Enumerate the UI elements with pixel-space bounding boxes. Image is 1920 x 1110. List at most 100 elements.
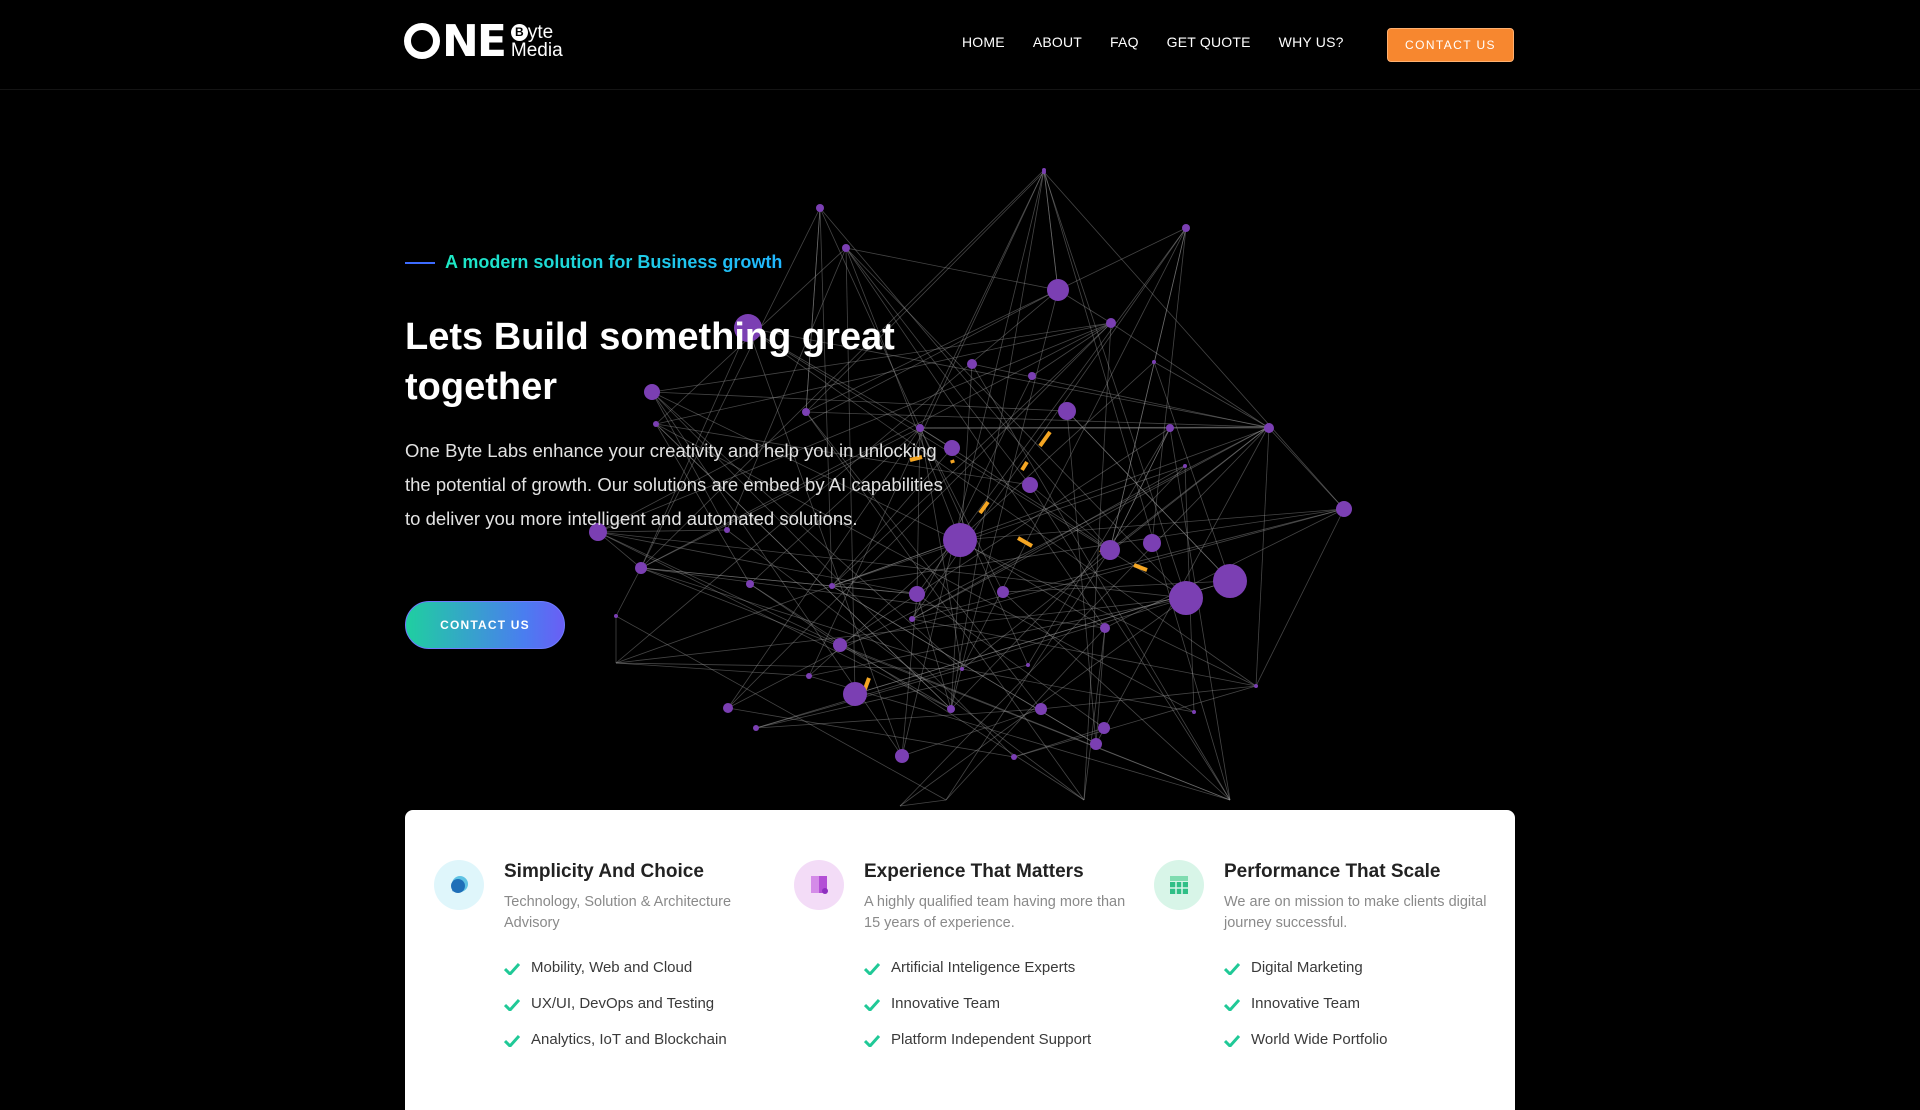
feature-list: Digital Marketing Innovative Team World … (1224, 950, 1494, 1058)
network-line (845, 247, 1059, 291)
logo-sub-text: Byte Media (510, 23, 563, 61)
network-signal-dash (1133, 563, 1148, 572)
hero-contact-button[interactable]: CONTACT US (405, 601, 565, 649)
network-line (615, 615, 947, 801)
nav-get-quote[interactable]: GET QUOTE (1167, 34, 1251, 50)
hero-title: Lets Build something great together (405, 316, 895, 408)
network-node (843, 682, 867, 706)
network-node (1169, 581, 1203, 615)
network-line (1109, 227, 1187, 551)
network-node (997, 586, 1009, 598)
nav-home[interactable]: HOME (962, 34, 1005, 50)
network-line (1043, 171, 1345, 510)
network-line (1109, 427, 1171, 551)
chart-board-icon (1154, 860, 1204, 910)
network-node (1028, 372, 1036, 380)
network-node (947, 705, 955, 713)
network-line (615, 597, 1187, 664)
tagline-line (405, 261, 435, 264)
network-node (1098, 722, 1110, 734)
network-line (1267, 426, 1345, 510)
network-node (1042, 168, 1046, 172)
feature-title: Simplicity And Choice (504, 861, 704, 882)
network-line (1153, 361, 1269, 428)
list-item-label: UX/UI, DevOps and Testing (531, 995, 715, 1012)
network-node (1022, 477, 1038, 493)
network-line (950, 289, 1059, 710)
header-contact-button[interactable]: CONTACT US (1387, 28, 1514, 62)
network-line (808, 675, 1231, 801)
list-item-label: Artificial Inteligence Experts (891, 959, 1076, 976)
list-item: Analytics, IoT and Blockchain (504, 1022, 774, 1058)
network-line (1255, 427, 1270, 687)
hero-description: One Byte Labs enhance your creativity an… (405, 440, 943, 529)
logo-ne: NE (442, 16, 507, 67)
check-icon (1224, 1034, 1240, 1047)
network-line (1031, 322, 1112, 377)
check-icon (504, 962, 520, 975)
network-line (808, 597, 1187, 677)
network-node (909, 586, 925, 602)
feature-title: Performance That Scale (1224, 861, 1441, 882)
feature-subtitle: We are on mission to make clients digita… (1224, 894, 1487, 931)
network-node (829, 583, 835, 589)
network-node (967, 359, 977, 369)
book-icon (794, 860, 844, 910)
network-node (1047, 279, 1069, 301)
network-line (615, 567, 642, 617)
network-node (614, 614, 618, 618)
network-node (1143, 534, 1161, 552)
network-node (635, 562, 647, 574)
list-item: Digital Marketing (1224, 950, 1494, 986)
list-item: Platform Independent Support (864, 1022, 1134, 1058)
network-signal-dash (978, 500, 990, 515)
brand-logo[interactable]: NE Byte Media (404, 20, 563, 64)
network-node (816, 204, 824, 212)
network-line (1066, 410, 1231, 582)
list-item: Innovative Team (864, 986, 1134, 1022)
check-icon (864, 962, 880, 975)
network-node (1106, 318, 1116, 328)
logo-o-mark (404, 23, 440, 59)
check-icon (1224, 962, 1240, 975)
network-line (1043, 171, 1187, 599)
check-icon (864, 1034, 880, 1047)
nav-faq[interactable]: FAQ (1110, 34, 1139, 50)
network-node (1336, 501, 1352, 517)
feature-body: Experience That Matters A highly qualifi… (864, 860, 1134, 1058)
network-node (1058, 402, 1076, 420)
network-line (961, 668, 1195, 713)
network-node (723, 703, 733, 713)
main-nav: HOME ABOUT FAQ GET QUOTE WHY US? (962, 34, 1372, 50)
list-item-label: Innovative Team (891, 995, 1000, 1012)
logo-media: Media (510, 40, 563, 61)
check-icon (1224, 998, 1240, 1011)
network-line (1043, 169, 1059, 291)
list-item: Mobility, Web and Cloud (504, 950, 774, 986)
network-node (1166, 424, 1174, 432)
nav-about[interactable]: ABOUT (1033, 34, 1082, 50)
network-line (1169, 427, 1231, 801)
network-line (597, 531, 952, 710)
network-node (1035, 703, 1047, 715)
list-item: World Wide Portfolio (1224, 1022, 1494, 1058)
feature-subtitle: A highly qualified team having more than… (864, 894, 1126, 931)
network-line (1255, 508, 1345, 687)
site-header: NE Byte Media HOME ABOUT FAQ GET QUOTE W… (0, 0, 1920, 90)
network-node (960, 667, 964, 671)
logo-one-text: NE (404, 20, 507, 64)
list-item-label: Digital Marketing (1251, 959, 1363, 976)
nav-why-us[interactable]: WHY US? (1279, 34, 1344, 50)
feature-subtitle: Technology, Solution & Architecture Advi… (504, 894, 732, 931)
features-card: Simplicity And Choice Technology, Soluti… (405, 810, 1515, 1110)
network-line (899, 426, 1269, 807)
list-item-label: Platform Independent Support (891, 1031, 1092, 1048)
network-node (1182, 224, 1190, 232)
list-item: Artificial Inteligence Experts (864, 950, 1134, 986)
network-node (833, 638, 847, 652)
network-line (1002, 591, 1231, 801)
network-node (746, 580, 754, 588)
feature-body: Simplicity And Choice Technology, Soluti… (504, 860, 774, 1058)
network-signal-dash (1020, 460, 1029, 472)
network-node (806, 673, 812, 679)
